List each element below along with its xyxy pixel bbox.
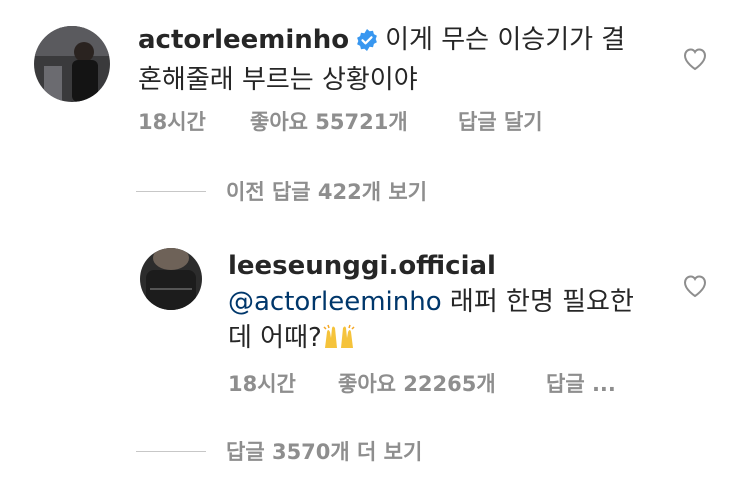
avatar[interactable] (34, 26, 110, 102)
divider (136, 451, 206, 452)
comment-body: actorleeminho 이게 무슨 이승기가 결혼해줄래 부르는 상황이야 (138, 22, 638, 98)
verified-badge-icon (355, 26, 379, 62)
mention-link[interactable]: @actorleeminho (228, 287, 442, 317)
divider (136, 191, 206, 192)
view-previous-replies[interactable]: 이전 답글 422개 보기 (136, 176, 556, 206)
username[interactable]: actorleeminho (138, 25, 349, 55)
like-count[interactable]: 좋아요 22265개 (338, 368, 496, 398)
reply-body: leeseunggi.official @actorleeminho 래퍼 한명… (228, 248, 648, 360)
avatar[interactable] (140, 248, 202, 310)
username[interactable]: leeseunggi.official (228, 251, 496, 281)
raising-hands-icon (322, 324, 356, 360)
timestamp[interactable]: 18시간 (228, 368, 296, 398)
view-more-replies-label[interactable]: 답글 3570개 더 보기 (226, 436, 422, 466)
timestamp[interactable]: 18시간 (138, 106, 206, 136)
view-more-replies[interactable]: 답글 3570개 더 보기 (136, 436, 556, 466)
heart-outline-icon[interactable] (682, 47, 708, 75)
reply-button[interactable]: 답글 ... (546, 368, 616, 398)
view-previous-replies-label[interactable]: 이전 답글 422개 보기 (226, 176, 427, 206)
reply-button[interactable]: 답글 달기 (458, 106, 543, 136)
like-count[interactable]: 좋아요 55721개 (250, 106, 408, 136)
heart-outline-icon[interactable] (682, 274, 708, 302)
